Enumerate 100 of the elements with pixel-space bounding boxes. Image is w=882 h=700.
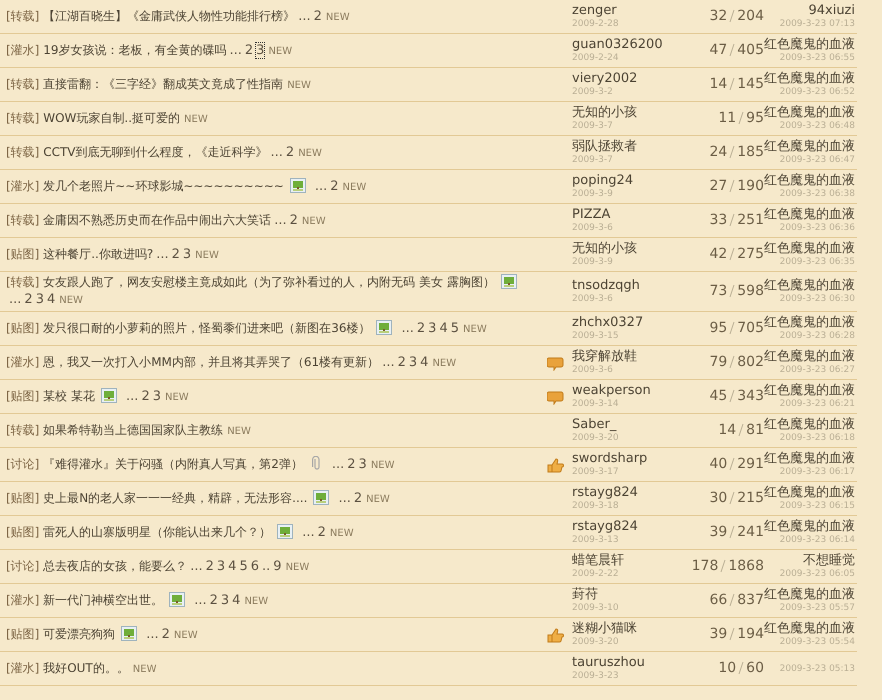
thread-title[interactable]: 史上最N的老人家一一一经典，精辟，无法形容....: [43, 490, 308, 504]
last-poster[interactable]: 94xiuzi: [764, 3, 855, 18]
last-poster[interactable]: 红色魔鬼的血液: [764, 383, 855, 398]
thread-title[interactable]: WOW玩家自制..挺可爱的: [43, 110, 180, 124]
page-link[interactable]: 5: [450, 320, 460, 336]
thread-title[interactable]: 我好OUT的。。: [43, 660, 129, 674]
page-link[interactable]: 2: [318, 524, 326, 540]
author-name[interactable]: guan0326200: [572, 37, 682, 52]
page-gap: ...: [9, 292, 22, 307]
page-link[interactable]: 2: [416, 320, 426, 336]
last-poster[interactable]: 红色魔鬼的血液: [764, 451, 855, 466]
reply-count: 178: [692, 558, 718, 574]
author-name[interactable]: zenger: [572, 3, 682, 18]
last-poster[interactable]: 红色魔鬼的血液: [764, 207, 855, 222]
page-gap: ...: [146, 626, 159, 642]
last-poster[interactable]: 红色魔鬼的血液: [764, 349, 855, 364]
author-name[interactable]: 无知的小孩: [572, 105, 682, 120]
last-poster[interactable]: 红色魔鬼的血液: [764, 241, 855, 256]
page-link[interactable]: 3: [256, 42, 264, 58]
author-name[interactable]: poping24: [572, 173, 682, 188]
page-link[interactable]: 2: [330, 178, 339, 194]
page-link[interactable]: 2: [244, 42, 254, 58]
page-link[interactable]: 2: [172, 246, 180, 262]
page-link[interactable]: 3: [36, 292, 44, 307]
page-link[interactable]: 4: [439, 320, 448, 336]
thread-title[interactable]: 某校 某花: [43, 388, 96, 402]
thread-title[interactable]: 可爱漂亮狗狗: [43, 626, 116, 640]
author-name[interactable]: zhchx0327: [572, 315, 682, 330]
author-name[interactable]: tnsodzqgh: [572, 278, 682, 293]
last-poster[interactable]: 红色魔鬼的血液: [764, 278, 855, 293]
thread-title[interactable]: 新一代门神横空出世。: [43, 592, 164, 606]
page-link[interactable]: 2: [354, 490, 362, 506]
author-name[interactable]: Saber_: [572, 417, 682, 432]
thread-title[interactable]: 发只很口耐的小萝莉的照片，怪蜀黍们进来吧（新图在36楼）: [43, 320, 370, 334]
post-date: 2009-3-6: [572, 222, 614, 234]
page-link[interactable]: 2: [24, 292, 33, 307]
author-name[interactable]: rstayg824: [572, 519, 682, 534]
page-link[interactable]: 4: [420, 354, 428, 370]
last-poster[interactable]: 红色魔鬼的血液: [764, 37, 855, 52]
thread-title[interactable]: 总去夜店的女孩，能要么？: [43, 558, 188, 572]
last-poster[interactable]: 红色魔鬼的血液: [764, 519, 855, 534]
author-name[interactable]: swordsharp: [572, 451, 682, 466]
page-link[interactable]: 2: [206, 558, 214, 574]
page-link[interactable]: 3: [216, 558, 226, 574]
page-link[interactable]: 4: [232, 592, 240, 608]
new-tag: NEW: [244, 596, 268, 606]
thread-title[interactable]: 金庸因不熟悉历史而在作品中闹出六大笑话: [43, 212, 272, 226]
last-poster[interactable]: 红色魔鬼的血液: [764, 105, 855, 120]
page-link[interactable]: 2: [290, 212, 298, 228]
page-link[interactable]: 5: [239, 558, 248, 574]
author-name[interactable]: 蜡笔晨轩: [572, 553, 682, 568]
last-poster[interactable]: 红色魔鬼的血液: [764, 587, 855, 602]
page-link[interactable]: 3: [428, 320, 436, 336]
last-poster[interactable]: 红色魔鬼的血液: [764, 139, 855, 154]
page-link[interactable]: 3: [408, 354, 418, 370]
page-link[interactable]: 2: [141, 388, 150, 404]
last-poster[interactable]: 红色魔鬼的血液: [764, 417, 855, 432]
page-link[interactable]: 3: [220, 592, 230, 608]
author-name[interactable]: 葑苻: [572, 587, 682, 602]
author-name[interactable]: 无知的小孩: [572, 241, 682, 256]
last-poster[interactable]: 不想睡觉: [764, 553, 855, 568]
last-poster[interactable]: 红色魔鬼的血液: [764, 315, 855, 330]
author-name[interactable]: rstayg824: [572, 485, 682, 500]
thread-title[interactable]: 直接雷翻：《三字经》翻成英文竟成了性指南: [43, 76, 284, 90]
last-poster[interactable]: 红色魔鬼的血液: [764, 621, 855, 636]
page-link[interactable]: 4: [46, 292, 56, 307]
post-date: 2009-3-20: [572, 636, 620, 648]
thread-title[interactable]: 『难得灌水』关于闷骚（内附真人写真，第2弹）: [43, 456, 303, 470]
thread-title[interactable]: 雷死人的山寨版明星（你能认出来几个？）: [43, 524, 272, 538]
page-link[interactable]: 3: [152, 388, 161, 404]
page-link[interactable]: 2: [314, 8, 322, 24]
last-poster[interactable]: 红色魔鬼的血液: [764, 173, 855, 188]
thread-title[interactable]: CCTV到底无聊到什么程度，《走近科学》: [43, 144, 268, 158]
page-link[interactable]: 6: [250, 558, 260, 574]
slash-divider-icon: [738, 111, 744, 126]
author-name[interactable]: weakperson: [572, 383, 682, 398]
page-link[interactable]: 2: [347, 456, 356, 472]
author-name[interactable]: tauruszhou: [572, 655, 682, 670]
thread-title[interactable]: 【江湖百晓生】《金庸武侠人物性功能排行榜》: [43, 8, 296, 22]
last-poster[interactable]: 红色魔鬼的血液: [764, 71, 855, 86]
page-link[interactable]: 9: [273, 558, 282, 574]
thread-title[interactable]: 19岁女孩说：老板，有全黄的碟吗: [43, 42, 226, 56]
last-poster[interactable]: 红色魔鬼的血液: [764, 485, 855, 500]
thread-title[interactable]: 女友跟人跑了，网友安慰楼主竟成如此（为了弥补看过的人，内附无码 美女 露胸图）: [43, 275, 495, 289]
page-link[interactable]: 4: [228, 558, 236, 574]
page-link[interactable]: 2: [286, 144, 294, 160]
page-link[interactable]: 2: [210, 592, 218, 608]
author-name[interactable]: 弱队拯救者: [572, 139, 682, 154]
page-link[interactable]: 3: [182, 246, 192, 262]
page-link[interactable]: 2: [162, 626, 170, 642]
author-name[interactable]: viery2002: [572, 71, 682, 86]
author-name[interactable]: 我穿解放鞋: [572, 349, 682, 364]
author-name[interactable]: 迷糊小猫咪: [572, 621, 682, 636]
thread-title[interactable]: 如果希特勒当上德国国家队主教练: [43, 422, 224, 436]
thread-title[interactable]: 发几个老照片~~环球影城~~~~~~~~~~: [43, 178, 284, 192]
author-name[interactable]: PIZZA: [572, 207, 682, 222]
page-link[interactable]: 3: [358, 456, 367, 472]
page-link[interactable]: 2: [398, 354, 406, 370]
thread-title[interactable]: 这种餐厅..你敢进吗?: [43, 246, 154, 260]
thread-title[interactable]: 恩，我又一次打入小MM内部，并且将其弄哭了（61楼有更新）: [43, 354, 380, 368]
